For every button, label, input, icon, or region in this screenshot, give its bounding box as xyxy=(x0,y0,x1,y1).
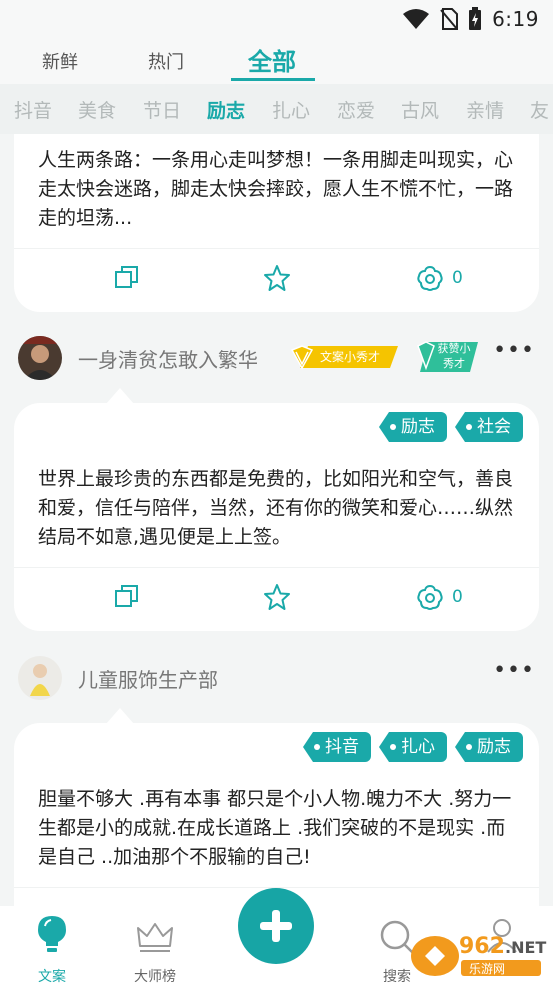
category-heartbreak[interactable]: 扎心 xyxy=(272,96,310,123)
category-ancient[interactable]: 古风 xyxy=(401,96,439,123)
author-name[interactable]: 儿童服饰生产部 xyxy=(78,664,218,693)
clock: 6:19 xyxy=(492,7,539,31)
copy-button[interactable] xyxy=(114,264,140,290)
copy-icon xyxy=(115,266,138,288)
active-tab-indicator xyxy=(231,78,315,81)
copywriter-badge: 文案小秀才 xyxy=(290,344,398,370)
tab-hot[interactable]: 热门 xyxy=(148,48,184,74)
tab-all[interactable]: 全部 xyxy=(248,42,296,77)
divider xyxy=(14,248,539,249)
bubble-tip xyxy=(106,388,134,404)
post-text: 胆量不够大 .再有本事 都只是个小人物.魄力不大 .努力一生都是小的成就.在成长… xyxy=(38,788,512,868)
tag-chip[interactable]: 抖音 xyxy=(303,732,371,762)
nav-masters[interactable]: 大师榜 xyxy=(115,914,195,983)
category-douyin[interactable]: 抖音 xyxy=(14,96,52,123)
copy-button[interactable] xyxy=(114,583,140,609)
copywriter-badge-label: 文案小秀才 xyxy=(320,350,381,364)
lightbulb-icon xyxy=(38,916,66,952)
create-post-button[interactable] xyxy=(238,888,314,964)
no-sim-icon xyxy=(440,8,459,30)
category-tabs: 抖音 美食 节日 励志 扎心 恋爱 古风 亲情 友 xyxy=(0,84,553,134)
more-options-button[interactable]: ••• xyxy=(493,658,535,683)
post-actions: 0 xyxy=(14,569,539,631)
star-icon xyxy=(264,584,290,610)
watermark-sub: 乐游网 xyxy=(469,962,506,976)
nav-label: 文案 xyxy=(38,969,66,983)
post-card: 励志 社会 世界上最珍贵的东西都是免费的，比如阳光和空气，善良和爱，信任与陪伴，… xyxy=(14,403,539,631)
tag-chip[interactable]: 励志 xyxy=(455,732,523,762)
category-family[interactable]: 亲情 xyxy=(466,96,504,123)
category-festival[interactable]: 节日 xyxy=(143,96,181,123)
avatar[interactable] xyxy=(18,656,62,700)
post-author-row: 一身清贫怎敢入繁华 文案小秀才 获赞小 秀才 ••• xyxy=(0,330,553,390)
status-bar: 6:19 xyxy=(0,0,553,38)
post-text: 人生两条路：一条用心走叫梦想！一条用脚走叫现实，心走太快会迷路，脚走太快会摔跤，… xyxy=(38,149,514,229)
watermark-brand: 962 xyxy=(459,934,505,959)
like-count: 0 xyxy=(452,587,463,607)
post-author-row: 儿童服饰生产部 ••• xyxy=(0,650,553,710)
post-text: 世界上最珍贵的东西都是免费的，比如阳光和空气，善良和爱，信任与陪伴，当然，还有你… xyxy=(38,468,514,548)
like-button[interactable]: 0 xyxy=(416,264,463,292)
nav-label: 大师榜 xyxy=(134,969,176,983)
avatar[interactable] xyxy=(18,336,62,380)
category-love[interactable]: 恋爱 xyxy=(337,96,375,123)
tab-fresh[interactable]: 新鲜 xyxy=(42,48,78,74)
category-food[interactable]: 美食 xyxy=(78,96,116,123)
post-card: 人生两条路：一条用心走叫梦想！一条用脚走叫现实，心走太快会迷路，脚走太快会摔跤，… xyxy=(14,134,539,312)
likes-badge: 获赞小 秀才 xyxy=(416,340,478,374)
wifi-icon xyxy=(403,9,430,29)
favorite-button[interactable] xyxy=(263,583,291,611)
tag-chip[interactable]: 励志 xyxy=(379,412,447,442)
star-icon xyxy=(264,265,290,291)
flower-like-icon xyxy=(417,265,443,291)
tag-chip[interactable]: 扎心 xyxy=(379,732,447,762)
author-name[interactable]: 一身清贫怎敢入繁华 xyxy=(78,344,258,373)
copy-icon xyxy=(115,585,138,607)
tag-list: 抖音 扎心 励志 xyxy=(303,732,523,762)
tag-list: 励志 社会 xyxy=(379,412,523,442)
flower-like-icon xyxy=(417,584,443,610)
crown-icon xyxy=(137,923,173,952)
site-watermark: 962 .NET 乐游网 xyxy=(405,932,547,978)
favorite-button[interactable] xyxy=(263,264,291,292)
likes-badge-label-line1: 获赞小 xyxy=(437,342,471,355)
watermark-suffix: .NET xyxy=(505,938,547,957)
tag-chip[interactable]: 社会 xyxy=(455,412,523,442)
battery-charging-icon xyxy=(469,7,482,30)
bubble-tip xyxy=(106,708,134,724)
likes-badge-label-line2: 秀才 xyxy=(443,357,465,370)
nav-copywriting[interactable]: 文案 xyxy=(12,914,92,983)
like-count: 0 xyxy=(452,268,463,288)
post-actions: 0 xyxy=(14,250,539,312)
like-button[interactable]: 0 xyxy=(416,583,463,611)
more-options-button[interactable]: ••• xyxy=(493,338,535,363)
category-friend[interactable]: 友 xyxy=(530,96,549,123)
category-inspirational[interactable]: 励志 xyxy=(207,96,245,123)
divider xyxy=(14,567,539,568)
